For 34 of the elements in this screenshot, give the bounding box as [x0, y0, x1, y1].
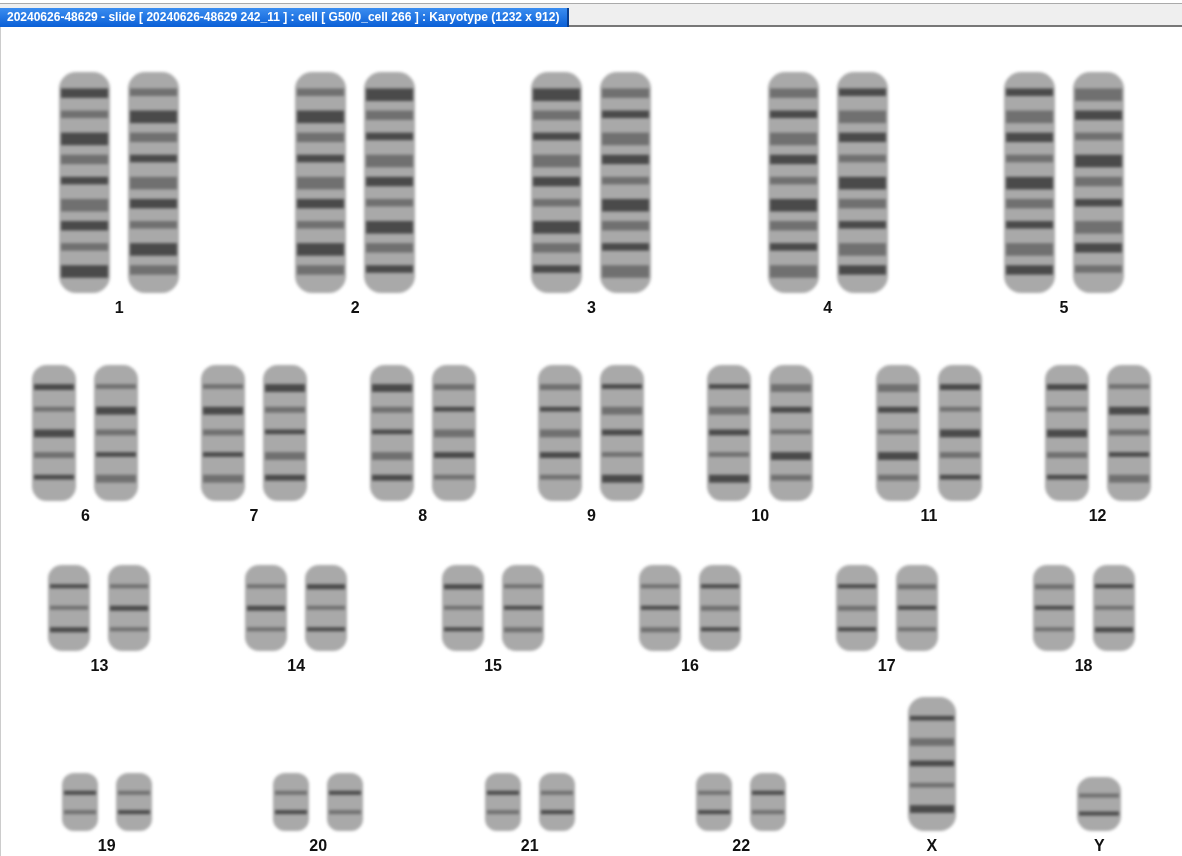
chromosome-number: 3	[587, 299, 596, 317]
window-title: 20240626-48629 - slide [ 20240626-48629 242_11 ] : cell [ G50/0_cell 266 ] : Karyotype (1232 x 912)	[0, 8, 570, 27]
chromosome-drawing	[748, 771, 789, 833]
chromosome-drawing	[271, 771, 312, 833]
chromosome-number: 9	[587, 507, 596, 525]
chromosome-number: 6	[80, 507, 90, 525]
chromosome-number: 16	[681, 657, 699, 675]
chromosome-number: 21	[520, 837, 539, 855]
chromosome-number: 12	[1088, 507, 1107, 525]
chromosome-number: 1	[114, 299, 124, 317]
chromosome-number: 15	[484, 657, 502, 675]
chromosome-drawing	[536, 771, 577, 833]
chromosome-number: 4	[823, 299, 833, 317]
chromosome-drawing	[1075, 775, 1124, 833]
chromosome-drawing	[694, 771, 735, 833]
chromosome-number: 14	[287, 657, 306, 675]
chromosome-number: 19	[97, 837, 116, 855]
chromosome-number: 20	[309, 837, 328, 855]
chromosome-drawing	[482, 771, 523, 833]
chromosome-number: X	[926, 837, 938, 855]
chromosome-number: 8	[418, 507, 428, 525]
chromosome-number: Y	[1093, 837, 1105, 855]
chromosome-number: 5	[1059, 299, 1069, 317]
chromosome-number: 17	[877, 657, 896, 675]
chromosome-number: 2	[350, 299, 360, 317]
chromosome-number: 10	[751, 507, 770, 525]
chromosome-number: 11	[920, 507, 938, 525]
chromosome-number: 13	[90, 657, 109, 675]
chromosome-drawing	[59, 771, 100, 833]
chromosome-number: 7	[249, 507, 259, 525]
chromosome-drawing	[113, 771, 154, 833]
chromosome-number: 22	[732, 837, 751, 855]
chromosome-number: 18	[1074, 657, 1093, 675]
chromosome-drawing	[325, 771, 366, 833]
